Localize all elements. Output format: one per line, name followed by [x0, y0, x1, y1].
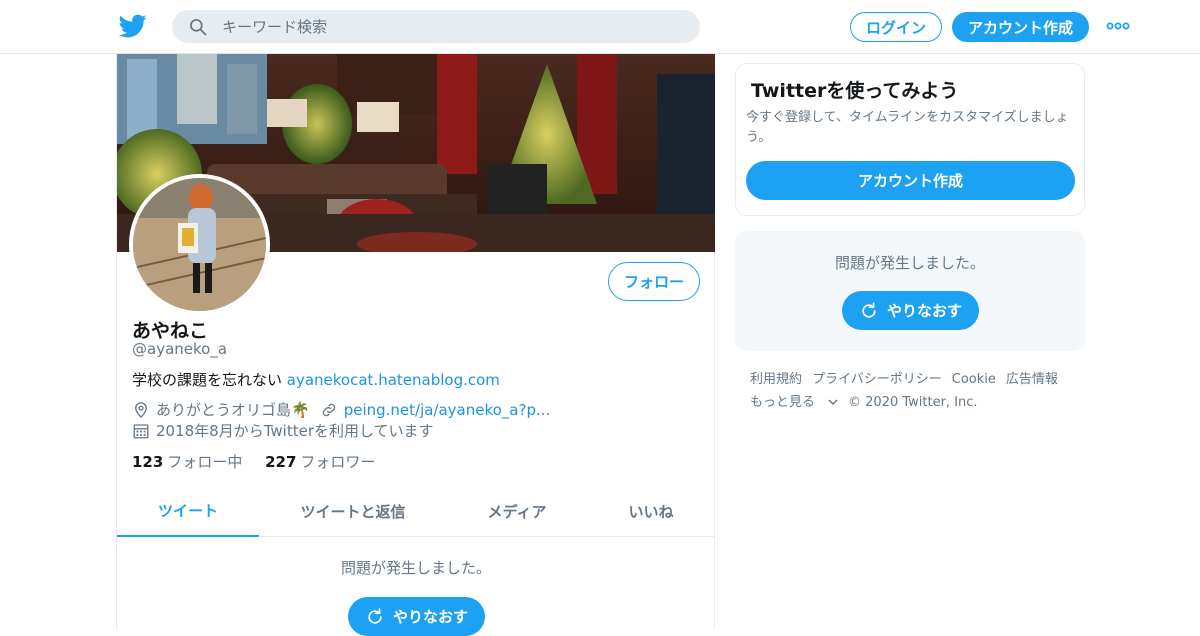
search-bar[interactable]: キーワード検索: [172, 10, 700, 43]
profile-meta-row: ありがとうオリゴ島🌴 peing.net/ja/ayaneko_a?p...: [132, 399, 550, 420]
bio-link[interactable]: ayanekocat.hatenablog.com: [287, 371, 500, 389]
tab-likes[interactable]: いいね: [587, 486, 715, 537]
following-count: 123: [132, 453, 164, 471]
tab-tweets[interactable]: ツイート: [117, 486, 259, 537]
more-icon[interactable]: [1106, 19, 1130, 33]
refresh-icon: [368, 607, 382, 624]
profile-location: ありがとうオリゴ島🌴: [156, 401, 310, 419]
timeline-retry-button[interactable]: やりなおす: [348, 597, 485, 636]
search-input[interactable]: キーワード検索: [222, 16, 327, 37]
tab-media[interactable]: メディア: [447, 486, 587, 537]
footer-terms-link[interactable]: 利用規約: [750, 372, 802, 387]
sidebar-error-message: 問題が発生しました。: [834, 254, 985, 272]
profile-name: あやねこ: [132, 320, 209, 342]
footer-copyright: © 2020 Twitter, Inc.: [848, 395, 978, 410]
sidebar-footer: 利用規約 プライバシーポリシー Cookie 広告情報 もっと見る © 2020 Twi…: [750, 368, 1080, 414]
follow-button[interactable]: フォロー: [608, 262, 700, 301]
followers-stat[interactable]: 227 フォロワー: [265, 453, 375, 471]
profile-bio: 学校の課題を忘れない ayanekocat.hatenablog.com: [132, 369, 500, 390]
footer-cookie-link[interactable]: Cookie: [952, 372, 996, 387]
footer-ads-link[interactable]: 広告情報: [1006, 372, 1058, 387]
calendar-icon: [133, 423, 149, 438]
timeline-error-message: 問題が発生しました。: [340, 559, 491, 577]
sidebar-retry-button[interactable]: やりなおす: [842, 291, 979, 330]
location-icon: [135, 401, 147, 418]
profile-handle[interactable]: @ayaneko_a: [132, 340, 227, 358]
tab-tweets-and-replies[interactable]: ツイートと返信: [259, 486, 447, 537]
profile-tabs: ツイート ツイートと返信 メディア いいね: [117, 486, 715, 537]
profile-stats: 123 フォロー中 227 フォロワー: [132, 451, 393, 472]
signup-card-title: Twitterを使ってみよう: [751, 80, 959, 102]
signup-card: Twitterを使ってみよう 今すぐ登録して、タイムラインをカスタマイズしましょ…: [735, 63, 1085, 216]
retry-label: やりなおす: [392, 608, 468, 626]
footer-privacy-link[interactable]: プライバシーポリシー: [812, 372, 942, 387]
profile-column: フォロー あやねこ @ayaneko_a 学校の課題を忘れない ayanekoc…: [116, 54, 715, 636]
chevron-down-icon: [828, 399, 838, 405]
avatar-photo: [133, 178, 266, 311]
link-icon: [322, 403, 335, 416]
profile-avatar[interactable]: [129, 174, 270, 315]
top-navigation-bar: キーワード検索 ログイン アカウント作成: [0, 0, 1200, 54]
profile-joined-date: 2018年8月からTwitterを利用しています: [156, 422, 434, 440]
followers-label: フォロワー: [300, 453, 376, 471]
footer-more-link[interactable]: もっと見る: [750, 395, 838, 410]
following-stat[interactable]: 123 フォロー中: [132, 453, 242, 471]
following-label: フォロー中: [167, 453, 243, 471]
search-icon: [190, 18, 207, 35]
sidebar-error-card: 問題が発生しました。 やりなおす: [735, 231, 1085, 351]
refresh-icon: [862, 301, 876, 318]
profile-joined-row: 2018年8月からTwitterを利用しています: [132, 420, 434, 441]
footer-more-label: もっと見る: [750, 395, 816, 410]
login-button[interactable]: ログイン: [850, 12, 942, 42]
profile-website-link[interactable]: peing.net/ja/ayaneko_a?p...: [344, 401, 551, 419]
signup-card-button[interactable]: アカウント作成: [746, 161, 1075, 200]
retry-label: やりなおす: [886, 302, 962, 320]
signup-button[interactable]: アカウント作成: [952, 12, 1089, 42]
bio-text: 学校の課題を忘れない: [132, 371, 287, 389]
followers-count: 227: [265, 453, 297, 471]
twitter-bird-icon[interactable]: [119, 12, 147, 40]
signup-card-description: 今すぐ登録して、タイムラインをカスタマイズしましょう。: [746, 110, 1069, 145]
